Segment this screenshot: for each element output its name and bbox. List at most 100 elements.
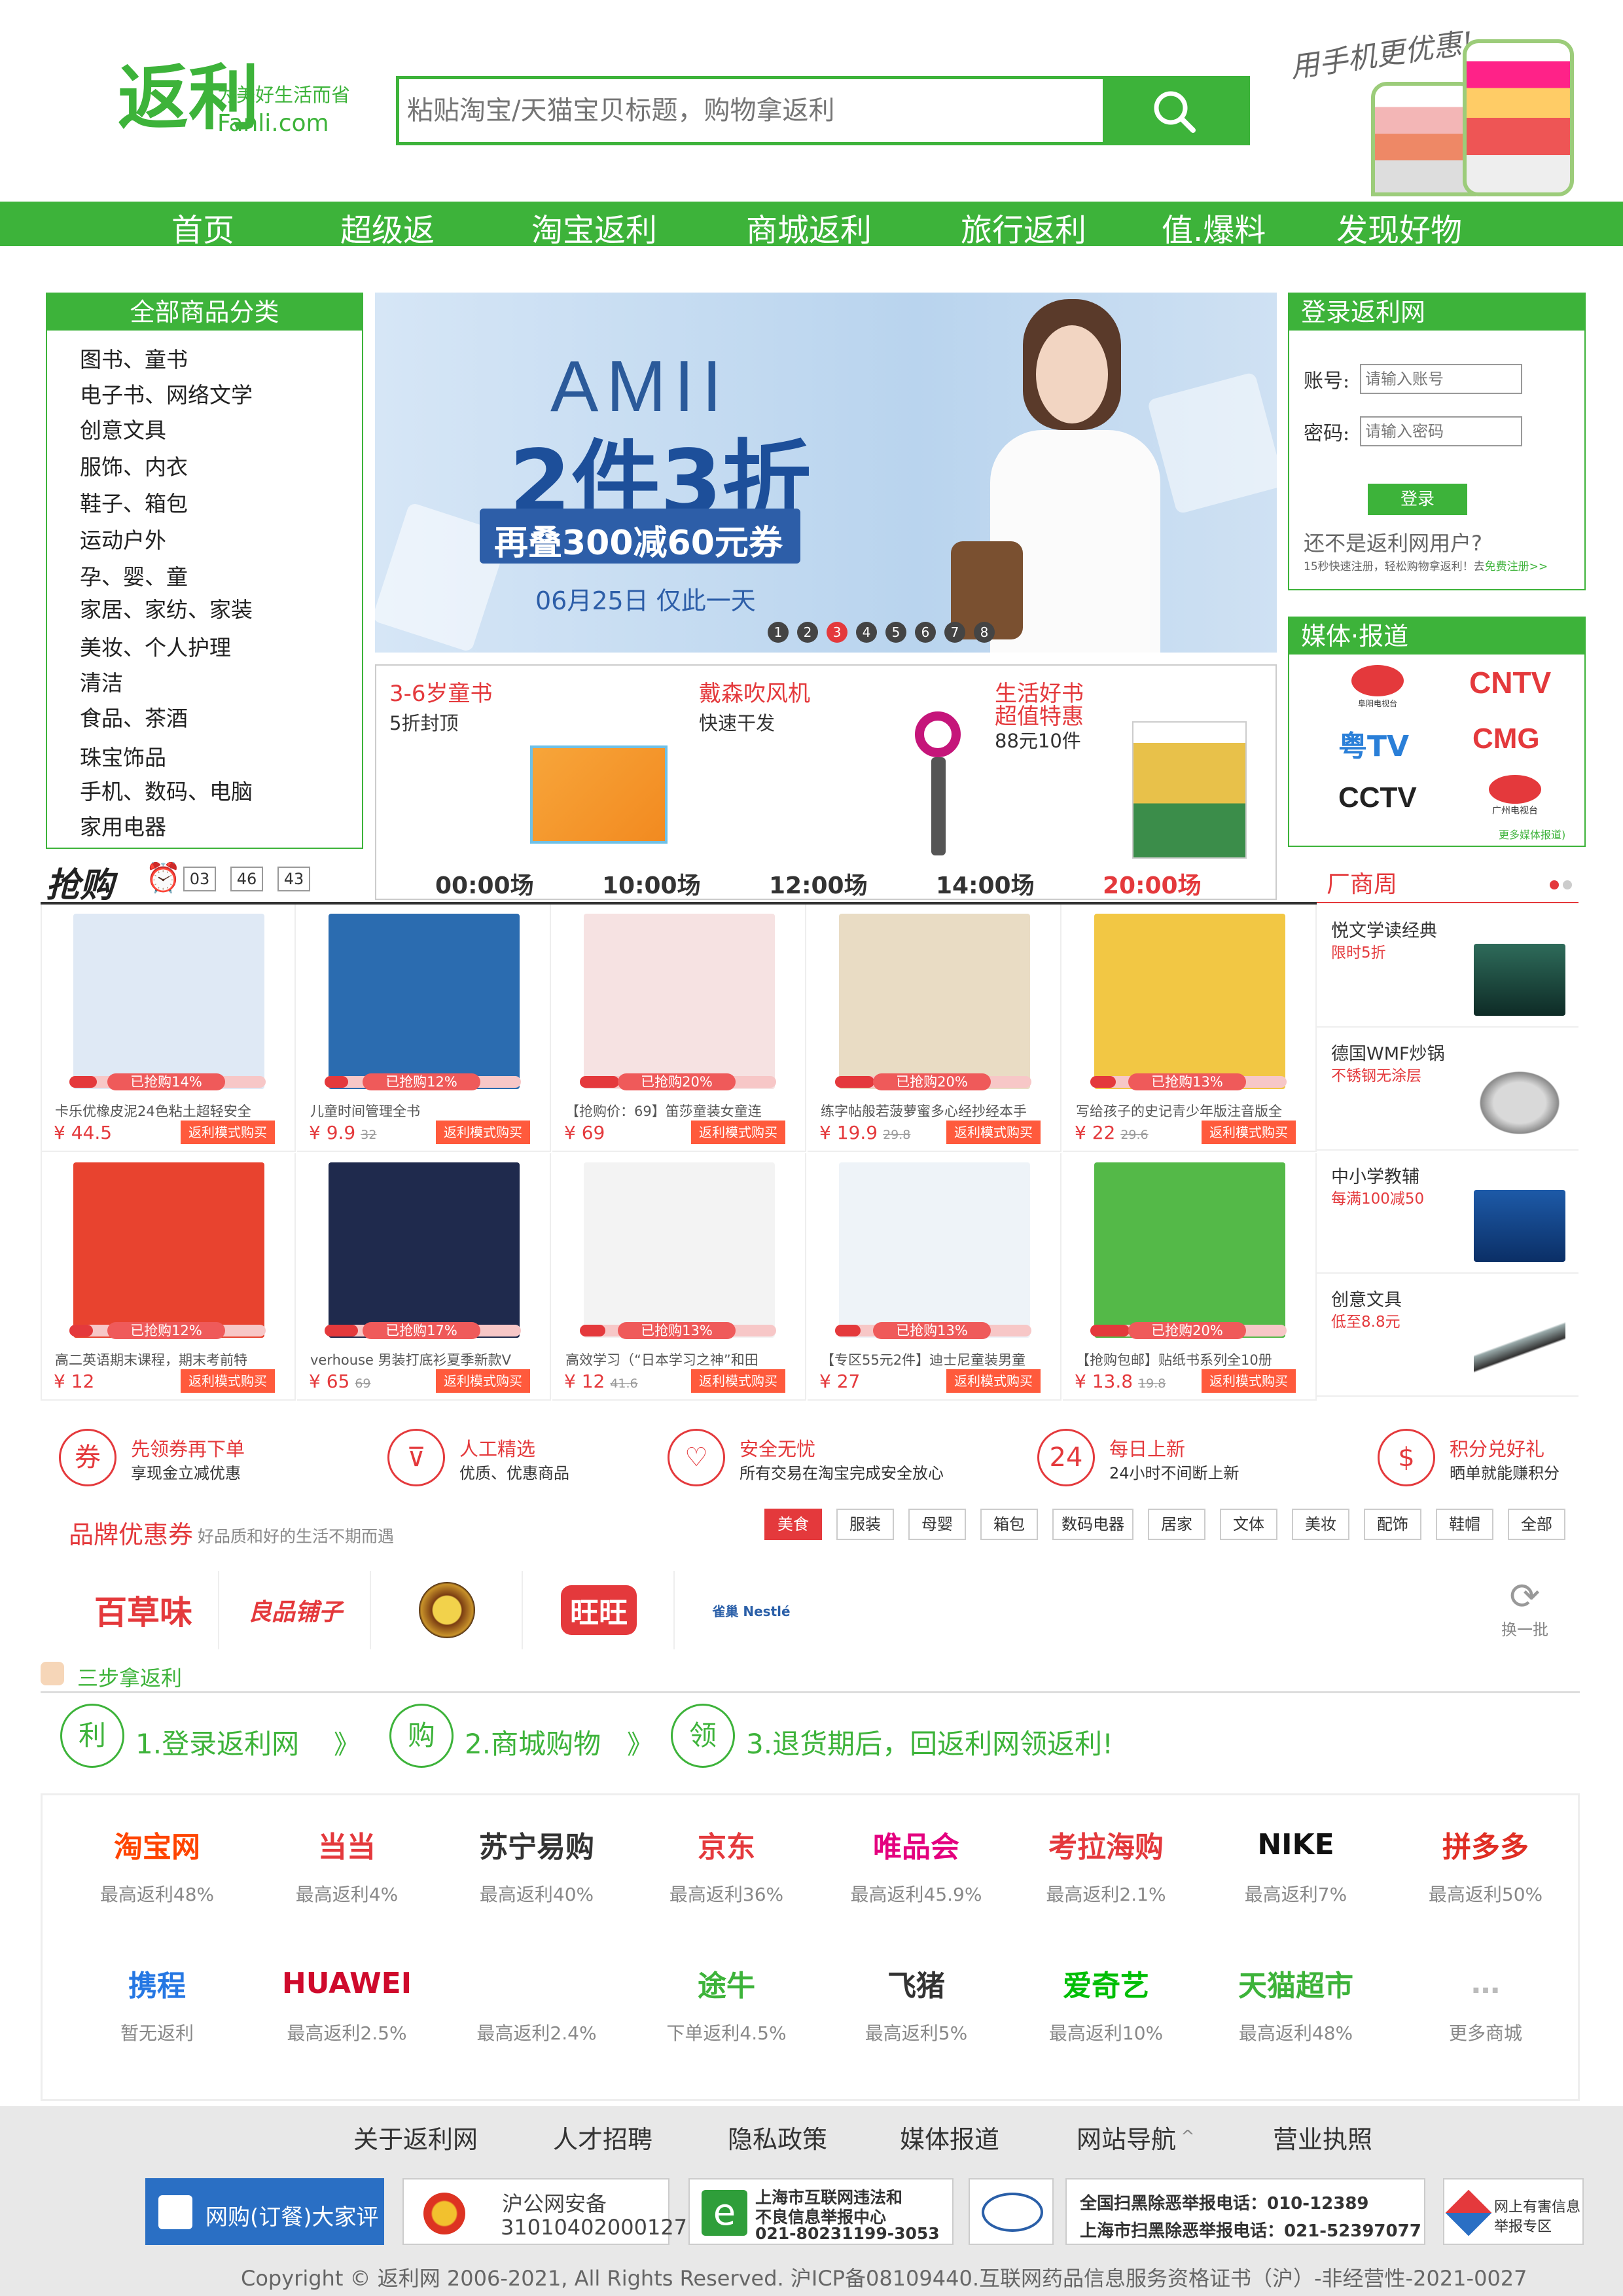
coupon-tab[interactable]: 全部: [1508, 1509, 1565, 1540]
mall-item[interactable]: 淘宝网 最高返利48%: [62, 1815, 252, 1920]
buy-button[interactable]: 返利模式购买: [946, 1369, 1041, 1393]
mall-item[interactable]: 当当 最高返利4%: [252, 1815, 442, 1920]
category-item[interactable]: 家用电器: [80, 810, 166, 841]
brand-logo-nestle[interactable]: 雀巢 Nestlé: [676, 1571, 827, 1649]
carousel-dot[interactable]: 3: [827, 622, 847, 643]
nav-home[interactable]: 首页: [171, 204, 234, 250]
product-title[interactable]: 练字帖般若菠萝蜜多心经抄经本手: [821, 1101, 1051, 1121]
product-title[interactable]: 【专区55元2件】迪士尼童装男童: [821, 1350, 1051, 1369]
product-card[interactable]: 已抢购12% 高二英语期末课程，期末考前特 ¥ 12 返利模式购买: [42, 1153, 296, 1401]
category-item[interactable]: 手机、数码、电脑: [80, 774, 253, 806]
category-item[interactable]: 清洁: [80, 666, 123, 697]
product-image[interactable]: [584, 914, 775, 1089]
brand-week-item[interactable]: 创意文具 低至8.8元: [1317, 1274, 1578, 1397]
category-item[interactable]: 珠宝饰品: [80, 740, 166, 772]
promo-life-books[interactable]: 生活好书 超值特惠 88元10件: [995, 672, 1270, 862]
product-title[interactable]: 写给孩子的史记青少年版注音版全: [1076, 1101, 1306, 1121]
register-link[interactable]: 免费注册>>: [1485, 560, 1548, 573]
mobile-promo[interactable]: 用手机更优惠!: [1288, 20, 1590, 196]
product-title[interactable]: 【抢购价：69】笛莎童装女童连: [565, 1101, 796, 1121]
coupon-tab[interactable]: 服装: [836, 1509, 894, 1540]
nav-deals[interactable]: 值.爆料: [1162, 204, 1266, 250]
footer-link[interactable]: 人才招聘: [553, 2119, 652, 2155]
session-time[interactable]: 14:00场: [936, 867, 1035, 901]
seal-110[interactable]: [969, 2178, 1054, 2245]
coupon-tab[interactable]: 美妆: [1292, 1509, 1349, 1540]
media-logo-cctv[interactable]: CCTV: [1338, 781, 1417, 814]
mall-item[interactable]: 爱奇艺 最高返利10%: [1011, 1954, 1201, 2058]
nav-travel-rebate[interactable]: 旅行返利: [961, 204, 1086, 250]
coupon-tab[interactable]: 箱包: [980, 1509, 1038, 1540]
category-item[interactable]: 食品、茶酒: [80, 701, 188, 732]
promo-dyson[interactable]: 戴森吹风机 快速干发: [699, 672, 987, 862]
coupon-tab[interactable]: 文体: [1220, 1509, 1277, 1540]
category-item[interactable]: 图书、童书: [80, 342, 188, 374]
media-logo-cntv[interactable]: CNTV: [1469, 665, 1551, 700]
category-item[interactable]: 服饰、内衣: [80, 450, 188, 481]
account-input[interactable]: [1360, 364, 1522, 394]
seal-police[interactable]: 沪公网安备 31010402000127: [402, 2178, 687, 2245]
search-button[interactable]: [1103, 79, 1247, 142]
mall-item[interactable]: 考拉海购 最高返利2.1%: [1011, 1815, 1201, 1920]
carousel-dot[interactable]: 6: [915, 622, 936, 643]
coupon-tab[interactable]: 母婴: [908, 1509, 966, 1540]
brand-logo-liangpin[interactable]: 良品铺子: [221, 1571, 371, 1649]
product-title[interactable]: 卡乐优橡皮泥24色粘土超轻安全: [55, 1101, 285, 1121]
mall-item[interactable]: … 更多商城: [1391, 1954, 1580, 2058]
buy-button[interactable]: 返利模式购买: [691, 1121, 785, 1144]
footer-link[interactable]: 营业执照: [1273, 2119, 1372, 2155]
coupon-tab[interactable]: 居家: [1148, 1509, 1205, 1540]
carousel-dot[interactable]: 2: [797, 622, 818, 643]
product-card[interactable]: 已抢购13% 【专区55元2件】迪士尼童装男童 ¥ 27 返利模式购买: [808, 1153, 1061, 1401]
mall-item[interactable]: 携程 暂无返利: [62, 1954, 252, 2058]
buy-button[interactable]: 返利模式购买: [946, 1121, 1041, 1144]
media-more-link[interactable]: 更多媒体报道): [1499, 826, 1565, 842]
seal-harmful-info[interactable]: 网上有害信息 举报专区: [1443, 2178, 1584, 2245]
nav-mall-rebate[interactable]: 商城返利: [746, 204, 872, 250]
buy-button[interactable]: 返利模式购买: [1202, 1369, 1296, 1393]
nav-super-rebate[interactable]: 超级返: [340, 204, 435, 250]
media-logo-gztv[interactable]: 广州电视台: [1466, 775, 1564, 822]
product-title[interactable]: verhouse 男装打底衫夏季新款V: [310, 1350, 541, 1369]
mall-item[interactable]: 途牛 下单返利4.5%: [632, 1954, 821, 2058]
category-item[interactable]: 运动户外: [80, 523, 166, 554]
product-image[interactable]: [584, 1162, 775, 1338]
product-image[interactable]: [1094, 914, 1285, 1089]
category-item[interactable]: 家居、家纺、家装: [80, 592, 253, 624]
seal-report-center[interactable]: e 上海市互联网违法和 不良信息举报中心 021-80231199-3053: [688, 2178, 954, 2245]
coupon-tab[interactable]: 数码电器: [1052, 1509, 1133, 1540]
product-image[interactable]: [329, 914, 520, 1089]
footer-link[interactable]: 媒体报道: [900, 2119, 999, 2155]
session-time[interactable]: 00:00场: [435, 867, 534, 901]
mall-item[interactable]: 唯品会 最高返利45.9%: [821, 1815, 1011, 1920]
carousel-dot[interactable]: 1: [768, 622, 789, 643]
carousel-dot[interactable]: 7: [944, 622, 965, 643]
coupon-tab[interactable]: 鞋帽: [1436, 1509, 1493, 1540]
product-title[interactable]: 儿童时间管理全书: [310, 1101, 541, 1121]
coupon-tab[interactable]: 配饰: [1364, 1509, 1421, 1540]
brand-week-item[interactable]: 中小学教辅 每满100减50: [1317, 1151, 1578, 1274]
coupon-tab[interactable]: 美食: [764, 1509, 822, 1540]
mall-item[interactable]: 拼多多 最高返利50%: [1391, 1815, 1580, 1920]
category-item[interactable]: 美妆、个人护理: [80, 630, 231, 662]
mall-item[interactable]: 京东 最高返利36%: [632, 1815, 821, 1920]
product-card[interactable]: 已抢购20% 【抢购包邮】贴纸书系列全10册 ¥ 13.8 19.8 返利模式购买: [1063, 1153, 1317, 1401]
product-card[interactable]: 已抢购20% 【抢购价：69】笛莎童装女童连 ¥ 69 返利模式购买: [552, 905, 806, 1152]
product-title[interactable]: 【抢购包邮】贴纸书系列全10册: [1076, 1350, 1306, 1369]
product-card[interactable]: 已抢购20% 练字帖般若菠萝蜜多心经抄经本手 ¥ 19.9 29.8 返利模式购买: [808, 905, 1061, 1152]
nav-discover[interactable]: 发现好物: [1336, 204, 1462, 250]
product-title[interactable]: 高二英语期末课程，期末考前特: [55, 1350, 285, 1369]
brand-week-item[interactable]: 悦文学读经典 限时5折: [1317, 905, 1578, 1028]
product-image[interactable]: [1094, 1162, 1285, 1338]
promo-kids-books[interactable]: 3-6岁童书 5折封顶: [389, 672, 677, 862]
buy-button[interactable]: 返利模式购买: [181, 1121, 275, 1144]
product-card[interactable]: 已抢购13% 高效学习（“日本学习之神”和田 ¥ 12 41.6 返利模式购买: [552, 1153, 806, 1401]
category-item[interactable]: 孕、婴、童: [80, 560, 188, 591]
mall-item[interactable]: NIKE 最高返利7%: [1201, 1815, 1391, 1920]
buy-button[interactable]: 返利模式购买: [436, 1121, 530, 1144]
product-card[interactable]: 已抢购13% 写给孩子的史记青少年版注音版全 ¥ 22 29.6 返利模式购买: [1063, 905, 1317, 1152]
session-time-active[interactable]: 20:00场: [1103, 867, 1202, 901]
buy-button[interactable]: 返利模式购买: [1202, 1121, 1296, 1144]
password-input[interactable]: [1360, 416, 1522, 446]
carousel-dot[interactable]: 8: [974, 622, 995, 643]
